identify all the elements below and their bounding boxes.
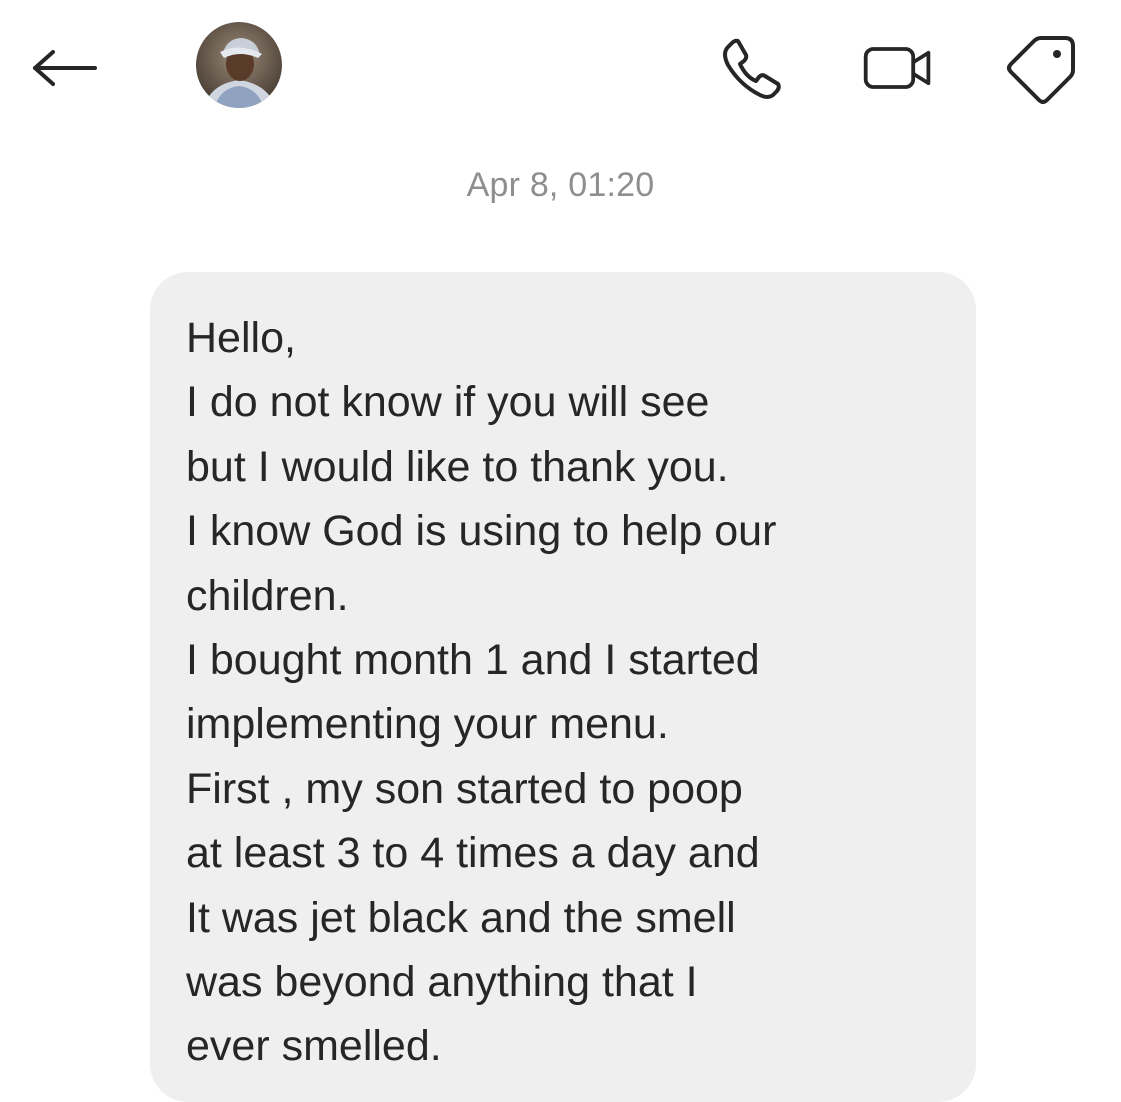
video-call-button[interactable] <box>860 30 936 106</box>
video-camera-icon <box>863 47 931 89</box>
chat-header <box>0 0 1121 130</box>
message-bubble[interactable]: Hello, I do not know if you will see but… <box>150 272 976 1102</box>
message-text: Hello, I do not know if you will see but… <box>186 314 777 1071</box>
phone-icon <box>723 38 781 99</box>
call-button[interactable] <box>713 30 789 106</box>
message-timestamp: Apr 8, 01:20 <box>466 166 655 204</box>
avatar[interactable] <box>196 22 282 108</box>
profile-avatar <box>196 22 282 108</box>
tag-icon <box>1007 36 1075 104</box>
arrow-left-icon <box>33 50 97 86</box>
tag-button[interactable] <box>1005 30 1081 106</box>
back-button[interactable] <box>24 40 104 96</box>
